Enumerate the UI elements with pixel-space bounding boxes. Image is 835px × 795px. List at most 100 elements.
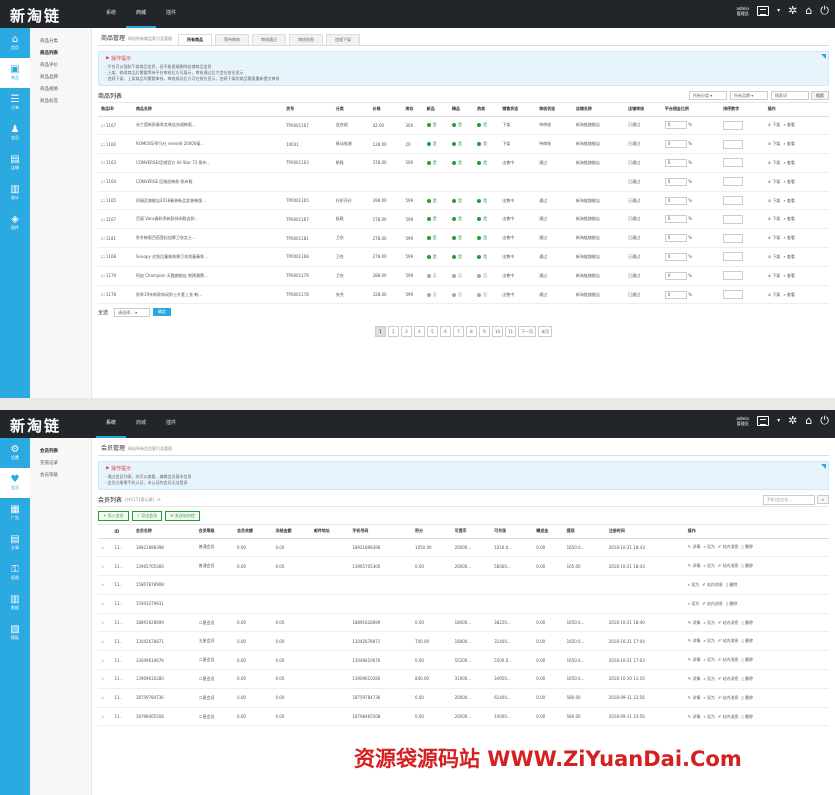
- offline-button[interactable]: ⊘ 下架: [768, 216, 781, 221]
- sub-nav-item[interactable]: 商品规格: [30, 84, 91, 96]
- search-button[interactable]: 搜索: [811, 91, 829, 100]
- op-delete-button[interactable]: ▯ 删除: [741, 544, 752, 549]
- left-nav-item[interactable]: ▧ 模板: [0, 618, 30, 648]
- op-search-button[interactable]: ⌕ 设为: [688, 601, 700, 606]
- page-button[interactable]: 下一页: [518, 326, 537, 338]
- row-checkbox[interactable]: ☆: [101, 601, 105, 606]
- flag-toggle[interactable]: 是: [427, 160, 437, 165]
- chevron-down-icon[interactable]: ▾: [777, 5, 780, 17]
- flag-toggle[interactable]: 是: [452, 122, 462, 127]
- view-button[interactable]: ⌕ 查看: [783, 160, 795, 165]
- flag-toggle[interactable]: 是: [427, 198, 437, 203]
- top-nav-item[interactable]: 商城: [126, 0, 157, 28]
- flag-toggle[interactable]: 是: [452, 198, 462, 203]
- bulk-select[interactable]: 请选择... ▾: [114, 307, 151, 317]
- page-button[interactable]: 6: [439, 326, 451, 338]
- power-icon[interactable]: ⏻: [820, 415, 829, 427]
- flag-toggle[interactable]: 否: [477, 273, 487, 278]
- sort-input[interactable]: [723, 177, 744, 187]
- op-delete-button[interactable]: ▯ 删除: [741, 714, 752, 719]
- flag-toggle[interactable]: 是: [427, 235, 437, 240]
- op-link-button[interactable]: ✐ 站内消息: [718, 544, 739, 549]
- left-nav-item[interactable]: ♟ 会员: [0, 118, 30, 148]
- toolbar-button[interactable]: ✉ 发送站内信: [165, 510, 200, 521]
- op-delete-button[interactable]: ▯ 删除: [726, 601, 737, 606]
- admin-badge[interactable]: admin 管理员: [737, 6, 750, 16]
- commission-input[interactable]: 0: [664, 290, 687, 299]
- flag-toggle[interactable]: 是: [452, 235, 462, 240]
- flag-toggle[interactable]: 否: [452, 273, 462, 278]
- sort-input[interactable]: [723, 233, 744, 243]
- left-nav-item[interactable]: ☰ 订单: [0, 88, 30, 118]
- select-all-label[interactable]: 全选: [98, 309, 108, 316]
- view-button[interactable]: ⌕ 查看: [783, 122, 795, 127]
- tab-item[interactable]: 审核通过: [252, 34, 287, 45]
- op-delete-button[interactable]: ▯ 删除: [741, 657, 752, 662]
- flag-toggle[interactable]: 否: [477, 292, 487, 297]
- top-nav-item[interactable]: 插件: [156, 410, 186, 438]
- sort-input[interactable]: [723, 252, 744, 262]
- sort-input[interactable]: [723, 139, 744, 149]
- corner-icon[interactable]: [821, 54, 826, 59]
- sort-input[interactable]: [723, 196, 744, 206]
- card-icon[interactable]: [757, 6, 770, 16]
- goods-name[interactable]: CONVERSE 匡威经典款 帆布鞋: [132, 172, 284, 192]
- view-button[interactable]: ⌕ 查看: [783, 179, 795, 184]
- search-button[interactable]: ⌕: [816, 495, 829, 504]
- top-nav-item[interactable]: 系统: [96, 410, 127, 438]
- sort-input[interactable]: [723, 271, 744, 281]
- category-select[interactable]: 所有分类 ▾: [689, 91, 727, 100]
- op-link-button[interactable]: ✐ 站内消息: [718, 695, 739, 700]
- page-button[interactable]: 1: [374, 326, 386, 338]
- op-edit-button[interactable]: ✎ 详情: [688, 563, 701, 568]
- tab-item[interactable]: 等待审核: [215, 34, 250, 45]
- op-link-button[interactable]: ✐ 站内消息: [718, 620, 739, 625]
- page-button[interactable]: 10: [491, 326, 503, 338]
- top-nav-item[interactable]: 商城: [126, 410, 156, 438]
- page-button[interactable]: 5: [426, 326, 438, 338]
- sub-nav-item[interactable]: 充值记录: [30, 458, 91, 470]
- gear-icon[interactable]: ✲: [788, 415, 797, 427]
- left-nav-item[interactable]: ▥ 数据: [0, 588, 30, 618]
- offline-button[interactable]: ⊘ 下架: [768, 254, 781, 259]
- flag-toggle[interactable]: 否: [427, 273, 437, 278]
- tab-item[interactable]: 审核失败: [289, 34, 324, 45]
- offline-button[interactable]: ⊘ 下架: [768, 160, 781, 165]
- op-edit-button[interactable]: ✎ 详情: [688, 714, 701, 719]
- goods-name[interactable]: 阿迪 Champion 天猫旗舰店 刺绣潮牌...: [132, 266, 284, 286]
- row-checkbox[interactable]: ☆: [101, 545, 105, 550]
- sub-nav-item[interactable]: 会员列表: [30, 446, 91, 458]
- view-button[interactable]: ⌕ 查看: [783, 292, 795, 297]
- admin-badge[interactable]: admin 管理员: [737, 416, 750, 426]
- flag-toggle[interactable]: 是: [427, 254, 437, 259]
- goods-name[interactable]: 百丽 Vans春秋季新款休闲鞋女款...: [132, 209, 284, 230]
- offline-button[interactable]: ⊘ 下架: [768, 179, 781, 184]
- op-search-button[interactable]: ⌕ 设为: [703, 695, 715, 700]
- flag-toggle[interactable]: 是: [427, 216, 437, 221]
- sub-nav-item[interactable]: 商品分类: [30, 36, 91, 48]
- flag-toggle[interactable]: 是: [477, 122, 487, 127]
- bulk-confirm-button[interactable]: 确定: [153, 308, 172, 317]
- offline-button[interactable]: ⊘ 下架: [768, 122, 781, 127]
- flag-toggle[interactable]: 是: [477, 216, 487, 221]
- op-edit-button[interactable]: ✎ 详情: [688, 676, 701, 681]
- op-search-button[interactable]: ⌕ 设为: [703, 676, 715, 681]
- commission-input[interactable]: 0: [664, 234, 687, 243]
- op-delete-button[interactable]: ▯ 删除: [741, 638, 752, 643]
- sub-nav-item[interactable]: 商品评价: [30, 60, 91, 72]
- view-button[interactable]: ⌕ 查看: [783, 141, 795, 146]
- tab-item[interactable]: 违规下架: [326, 34, 361, 45]
- left-nav-item[interactable]: ▥ 统计: [0, 178, 30, 208]
- view-button[interactable]: ⌕ 查看: [783, 273, 795, 278]
- offline-button[interactable]: ⊘ 下架: [768, 273, 781, 278]
- sort-input[interactable]: [723, 158, 744, 168]
- commission-input[interactable]: 0: [664, 158, 687, 167]
- refresh-icon[interactable]: ⟳: [157, 497, 160, 502]
- flag-toggle[interactable]: 是: [427, 122, 437, 127]
- flag-toggle[interactable]: 是: [477, 160, 487, 165]
- page-button[interactable]: 4: [413, 326, 425, 338]
- left-nav-item[interactable]: ▣ 商品: [0, 58, 30, 88]
- op-search-button[interactable]: ⌕ 设为: [703, 620, 715, 625]
- top-nav-item[interactable]: 系统: [96, 0, 126, 28]
- offline-button[interactable]: ⊘ 下架: [768, 235, 781, 240]
